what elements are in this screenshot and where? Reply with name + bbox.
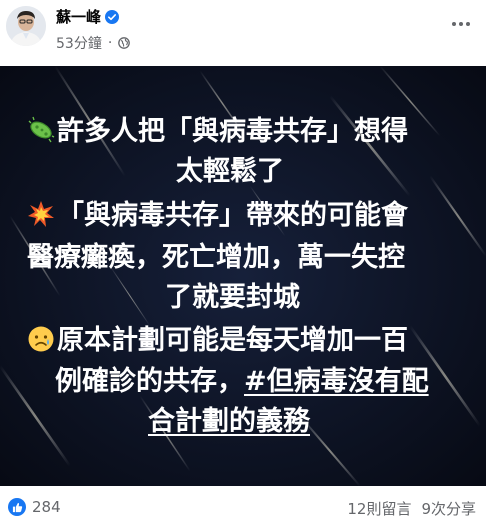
image-line-7-text: 例確診的共存， [55, 366, 244, 397]
collision-icon [27, 200, 55, 228]
image-line-1-text: 許多人把「與病毒共存」想得 [57, 116, 408, 147]
image-line-2: 太輕鬆了 [176, 156, 284, 187]
post-footer: 284 12則留言 9次分享 [0, 486, 486, 530]
hashtag-link-continued[interactable]: 合計劃的義務 [148, 406, 310, 437]
verified-badge-icon [105, 9, 120, 24]
image-line-4: 醫療癱瘓，死亡增加，萬一失控 [27, 242, 405, 273]
image-line-6-text: 原本計劃可能是每天增加一百 [57, 325, 408, 356]
image-line-3: 「與病毒共存」帶來的可能會 [27, 196, 408, 236]
sad-face-icon [27, 325, 55, 353]
engagement-counts: 12則留言 9次分享 [347, 498, 476, 519]
image-line-8: 合計劃的義務 [148, 402, 310, 442]
image-line-7: 例確診的共存，#但病毒沒有配 [55, 362, 429, 402]
post-meta: 53分鐘 · [56, 33, 131, 53]
post-timestamp[interactable]: 53分鐘 [56, 33, 102, 53]
shares-count-link[interactable]: 9次分享 [421, 498, 476, 519]
avatar[interactable] [6, 6, 46, 46]
image-line-6: 原本計劃可能是每天增加一百 [27, 321, 408, 361]
facebook-post: 蘇一峰 53分鐘 · 許多人把「與病毒共存」想得 太輕鬆了 「與病毒共存」帶來的… [0, 0, 486, 530]
reactions-summary[interactable]: 284 [8, 498, 61, 516]
image-text-block: 許多人把「與病毒共存」想得 太輕鬆了 「與病毒共存」帶來的可能會 醫療癱瘓，死亡… [0, 66, 486, 486]
microbe-icon [27, 116, 55, 144]
globe-icon [118, 37, 131, 49]
author-name: 蘇一峰 [56, 8, 102, 26]
meta-separator: · [107, 35, 113, 51]
post-image[interactable]: 許多人把「與病毒共存」想得 太輕鬆了 「與病毒共存」帶來的可能會 醫療癱瘓，死亡… [0, 66, 486, 486]
like-reaction-icon [8, 498, 26, 516]
more-options-icon[interactable] [446, 14, 476, 34]
image-line-3-text: 「與病毒共存」帶來的可能會 [57, 200, 408, 231]
reaction-count: 284 [32, 498, 61, 516]
image-line-5: 了就要封城 [165, 282, 300, 313]
author-name-link[interactable]: 蘇一峰 [56, 6, 120, 27]
hashtag-link[interactable]: #但病毒沒有配 [244, 366, 429, 397]
post-header: 蘇一峰 53分鐘 · [0, 0, 486, 62]
image-line-1: 許多人把「與病毒共存」想得 [27, 112, 408, 152]
comments-count-link[interactable]: 12則留言 [347, 498, 411, 519]
